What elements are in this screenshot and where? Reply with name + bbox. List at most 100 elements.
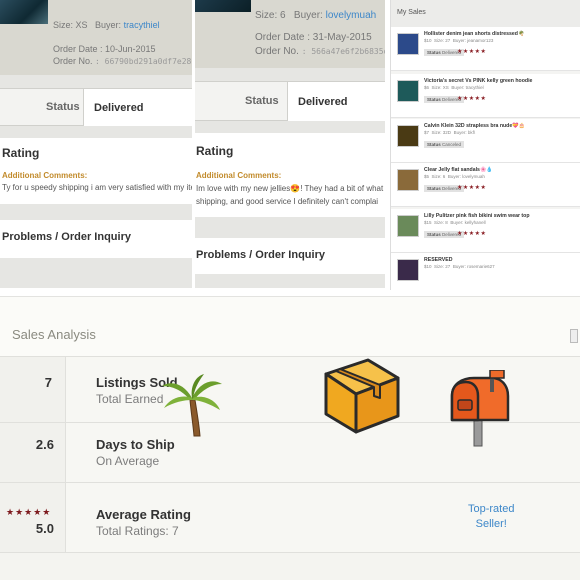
inquiry-section[interactable]: Problems / Order Inquiry [195, 238, 385, 274]
order-date: Order Date : 10-Jun-2015 [53, 44, 156, 54]
total-ratings-text: Total Ratings: 7 [96, 524, 179, 538]
sales-list-item[interactable]: Lilly Pulitzer pink fish bikini swim wea… [391, 209, 580, 253]
item-details: $7 Size: 32D Buyer: bkf\ [424, 130, 478, 135]
status-badge-value: Canceled [442, 142, 462, 147]
item-rating-stars: ★★★★★ [457, 96, 487, 102]
row-gutter [0, 357, 66, 422]
buyer-link[interactable]: tracythiel [124, 20, 160, 30]
status-label: Status [245, 95, 279, 107]
item-thumbnail[interactable] [397, 169, 419, 191]
item-title[interactable]: Lilly Pulitzer pink fish bikini swim wea… [424, 213, 530, 219]
status-label: Status [46, 101, 80, 113]
rating-stars: ★★★★★ [6, 507, 52, 517]
divider-band [195, 217, 385, 239]
collapse-toggle[interactable] [570, 329, 578, 343]
item-thumbnail[interactable] [397, 125, 419, 147]
item-thumbnail[interactable] [0, 0, 48, 24]
item-price: $7 [424, 130, 430, 135]
item-price: $6 [424, 85, 430, 90]
item-size: Size: 27 [434, 38, 451, 43]
order-header: Size: XS Buyer: tracythiel Order Date : … [0, 0, 192, 75]
average-rating-row: ★★★★★ 5.0 Average Rating Total Ratings: … [0, 482, 580, 552]
order-no: : 566a47e6f2b6835de [301, 47, 385, 56]
item-thumbnail[interactable] [397, 80, 419, 102]
order-panel-1: Size: XS Buyer: tracythiel Order Date : … [0, 0, 192, 288]
order-no-label: Order No. [53, 56, 93, 66]
item-title[interactable]: Calvin Klein 32D strapless bra nude💝🎂 [424, 123, 525, 129]
package-box-icon [324, 358, 400, 434]
sales-list-item[interactable]: Hollister denim jean shorts distressed🌴 $… [391, 27, 580, 71]
rating-title: Rating [196, 144, 234, 158]
rating-title: Rating [2, 146, 40, 160]
row-gutter [0, 423, 66, 482]
item-details: $5 Size: 6 Buyer: lovelymuah [424, 174, 487, 179]
item-thumbnail[interactable] [397, 215, 419, 237]
footer-band [0, 552, 580, 580]
item-details: $10 Size: 27 Buyer: rosemarie627 [424, 264, 497, 269]
buyer-label: Buyer: [95, 20, 122, 30]
item-rating-stars: ★★★★★ [457, 231, 487, 237]
top-rated-line-1: Top-rated [468, 503, 515, 515]
sales-list-item[interactable]: Calvin Klein 32D strapless bra nude💝🎂 $7 … [391, 119, 580, 163]
inquiry-section[interactable]: Problems / Order Inquiry [0, 220, 192, 258]
order-inquiry-link[interactable]: Problems / Order Inquiry [196, 249, 325, 261]
status-badge-label: Status [427, 232, 441, 237]
additional-comments-label: Additional Comments: [196, 171, 282, 180]
item-size: Size: XS [431, 85, 449, 90]
additional-comments-label: Additional Comments: [2, 171, 88, 180]
status-badge-label: Status [427, 50, 441, 55]
buyer-label: Buyer: [293, 10, 323, 21]
item-price: $10 [424, 38, 432, 43]
item-size: Size: 32D [431, 130, 452, 135]
status-value: Delivered [83, 89, 192, 127]
item-thumbnail[interactable] [397, 259, 419, 281]
palm-tree-icon [162, 374, 222, 437]
sales-list-item[interactable]: Clear Jelly flat sandals🌸💧 $5 Size: 6 Buy… [391, 163, 580, 207]
item-title[interactable]: Victoria's secret Vs PINK kelly green ho… [424, 78, 532, 84]
rating-section: Rating Additional Comments: Ty for u spe… [0, 138, 192, 204]
divider-band [0, 204, 192, 220]
comment-text-line-1: Im love with my new jellies😍! They had a… [196, 184, 384, 193]
order-inquiry-link[interactable]: Problems / Order Inquiry [2, 231, 131, 243]
item-rating-stars: ★★★★★ [457, 49, 487, 55]
days-to-ship-value: 2.6 [35, 437, 54, 452]
my-sales-title: My Sales [397, 9, 426, 16]
item-details: $10 Size: 27 Buyer: jeanamor123 [424, 38, 496, 43]
top-rated-line-2: Seller! [475, 518, 507, 530]
total-earned-text: Total Earned [96, 392, 164, 406]
rating-section: Rating Additional Comments: Im love with… [195, 133, 385, 217]
item-buyer: Buyer: tracythiel [451, 85, 484, 90]
order-date: Order Date : 31-May-2015 [255, 32, 372, 43]
sales-analysis-title: Sales Analysis [12, 327, 96, 342]
status-row: Status Delivered [195, 81, 385, 122]
item-title[interactable]: RESERVED [424, 257, 452, 263]
status-badge-label: Status [427, 186, 441, 191]
divider-band [195, 274, 385, 288]
item-buyer: Buyer: lovelymuah [447, 174, 485, 179]
status-badge: Status Canceled [424, 141, 465, 148]
sales-list-item[interactable]: RESERVED $10 Size: 27 Buyer: rosemarie627 [391, 253, 580, 290]
divider-band [0, 258, 192, 288]
size-text: Size: 6 [255, 10, 286, 21]
average-rating-label: Average Rating [96, 507, 191, 522]
item-thumbnail[interactable] [397, 33, 419, 55]
item-price: $15 [424, 220, 432, 225]
buyer-link[interactable]: lovelymuah [326, 10, 377, 21]
sales-list-item[interactable]: Victoria's secret Vs PINK kelly green ho… [391, 74, 580, 118]
item-size: Size: 27 [434, 264, 451, 269]
sales-analysis-header: Sales Analysis [0, 296, 580, 356]
item-title[interactable]: Clear Jelly flat sandals🌸💧 [424, 167, 493, 173]
my-sales-panel: My Sales Hollister denim jean shorts dis… [390, 0, 580, 290]
screenshot-collage: Size: XS Buyer: tracythiel Order Date : … [0, 0, 580, 580]
listings-sold-value: 7 [44, 375, 52, 390]
on-average-text: On Average [96, 454, 160, 468]
order-no-label: Order No. [255, 46, 299, 57]
order-header: Size: 6 Buyer: lovelymuah Order Date : 3… [195, 0, 385, 68]
mailbox-icon [450, 370, 510, 447]
top-rated-badge[interactable]: Top-rated Seller! [468, 502, 514, 532]
item-title[interactable]: Hollister denim jean shorts distressed🌴 [424, 31, 524, 37]
item-rating-stars: ★★★★★ [457, 185, 487, 191]
item-thumbnail[interactable] [195, 0, 251, 12]
status-badge-label: Status [427, 97, 441, 102]
item-details: $6 Size: XS Buyer: tracythiel [424, 85, 486, 90]
